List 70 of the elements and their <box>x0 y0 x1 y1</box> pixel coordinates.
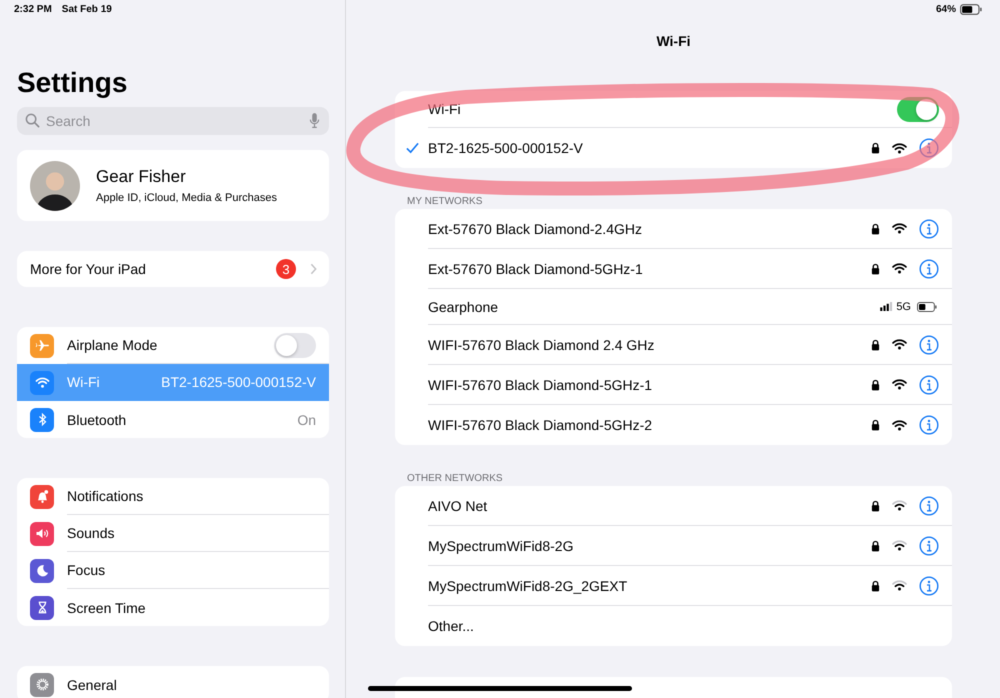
settings-item[interactable]: Sounds <box>17 515 329 552</box>
status-time: 2:32 PM <box>14 4 52 14</box>
wifi-label: Wi-Fi <box>428 101 461 117</box>
info-button[interactable] <box>919 576 939 596</box>
network-name: AIVO Net <box>428 498 488 514</box>
battery-percent: 64% <box>936 4 956 14</box>
network-name: Gearphone <box>428 298 498 314</box>
more-label: More for Your iPad <box>30 261 147 277</box>
page-title: Wi-Fi <box>655 32 692 51</box>
info-button[interactable] <box>919 415 939 435</box>
setting-label: Focus <box>67 562 106 578</box>
settings-item[interactable]: General <box>17 666 329 698</box>
setting-label: Screen Time <box>67 600 146 616</box>
setting-value: On <box>297 412 316 428</box>
profile-name: Gear Fisher <box>96 167 187 187</box>
network-row[interactable]: Gearphone 5G <box>395 289 952 325</box>
toggle-switch[interactable] <box>274 332 316 358</box>
setting-label: Wi-Fi <box>67 374 100 390</box>
network-row[interactable]: MySpectrumWiFid8-2G_2GEXT <box>395 566 952 606</box>
battery-icon <box>917 302 937 312</box>
microphone-icon[interactable] <box>309 112 320 129</box>
notification-badge: 3 <box>276 259 296 279</box>
search-icon <box>25 113 40 128</box>
profile-subtitle: Apple ID, iCloud, Media & Purchases <box>96 192 277 204</box>
network-row[interactable]: BT2-1625-500-000152-V <box>395 128 952 168</box>
network-name: Other... <box>428 618 474 634</box>
search-field[interactable]: Search <box>17 107 329 135</box>
settings-item[interactable]: Notifications <box>17 478 329 515</box>
info-button[interactable] <box>919 258 939 278</box>
network-type: 5G <box>896 300 911 312</box>
info-button[interactable] <box>919 496 939 516</box>
network-name: WIFI-57670 Black Diamond-5GHz-2 <box>428 417 652 433</box>
network-name: MySpectrumWiFid8-2G_2GEXT <box>428 578 628 594</box>
more-for-ipad-item[interactable]: More for Your iPad 3 <box>17 251 329 287</box>
network-row[interactable]: AIVO Net <box>395 486 952 526</box>
battery-icon <box>960 4 982 14</box>
network-row[interactable]: Ext-57670 Black Diamond-2.4GHz <box>395 209 952 249</box>
network-row[interactable]: MySpectrumWiFid8-2G <box>395 526 952 566</box>
info-button[interactable] <box>919 374 939 394</box>
info-button[interactable] <box>919 536 939 556</box>
info-button[interactable] <box>919 334 939 354</box>
network-name: Ext-57670 Black Diamond-2.4GHz <box>428 220 642 236</box>
network-name: WIFI-57670 Black Diamond 2.4 GHz <box>428 336 654 352</box>
settings-item[interactable]: Screen Time <box>17 589 329 626</box>
settings-item[interactable]: Focus <box>17 552 329 589</box>
network-row[interactable]: WIFI-57670 Black Diamond-5GHz-1 <box>395 365 952 405</box>
network-row[interactable]: WIFI-57670 Black Diamond-5GHz-2 <box>395 405 952 445</box>
network-name: Ext-57670 Black Diamond-5GHz-1 <box>428 260 643 276</box>
setting-value: BT2-1625-500-000152-V <box>161 374 316 390</box>
info-button[interactable] <box>919 218 939 238</box>
cellular-signal-icon <box>880 302 894 311</box>
section-header: MY NETWORKS <box>407 195 484 209</box>
avatar-icon <box>30 160 80 210</box>
setting-label: Bluetooth <box>67 412 126 428</box>
settings-item[interactable]: Bluetooth On <box>17 401 329 438</box>
setting-label: Airplane Mode <box>67 337 158 353</box>
network-name: MySpectrumWiFid8-2G <box>428 538 574 554</box>
profile-card[interactable]: Gear Fisher Apple ID, iCloud, Media & Purchases <box>17 150 329 221</box>
network-name: WIFI-57670 Black Diamond-5GHz-1 <box>428 376 652 392</box>
section-header: OTHER NETWORKS <box>407 472 504 486</box>
network-name: BT2-1625-500-000152-V <box>428 140 583 156</box>
network-row[interactable]: Other... <box>395 606 952 646</box>
setting-label: Sounds <box>67 525 114 541</box>
chevron-icon <box>310 263 317 275</box>
setting-label: Notifications <box>67 488 144 504</box>
sidebar-title: Settings <box>17 66 128 100</box>
network-row[interactable]: WIFI-57670 Black Diamond 2.4 GHz <box>395 325 952 365</box>
network-row[interactable]: Ext-57670 Black Diamond-5GHz-1 <box>395 249 952 289</box>
setting-label: General <box>67 676 117 692</box>
status-date: Sat Feb 19 <box>62 4 112 14</box>
